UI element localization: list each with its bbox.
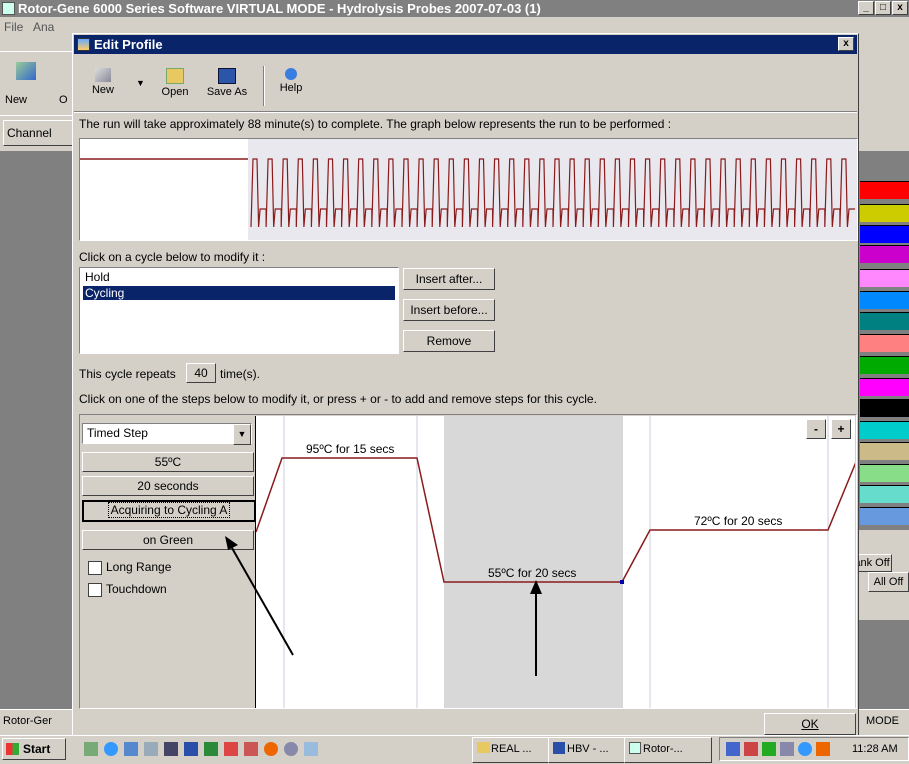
task-hbv-label: HBV - ... [567,743,609,755]
annotation-arrow-1 [231,547,294,656]
start-label: Start [23,742,51,756]
tray-icon-3[interactable] [762,742,776,756]
ok-button[interactable]: OK [764,713,856,735]
quicklaunch-icon-1[interactable] [84,742,98,756]
excel-icon[interactable] [204,742,218,756]
word-icon[interactable] [184,742,198,756]
tray-icon-5[interactable] [798,742,812,756]
tray-icon-6[interactable] [816,742,830,756]
quicklaunch-icon-10[interactable] [264,742,278,756]
desktop-icon[interactable] [144,742,158,756]
quicklaunch-icon-9[interactable] [244,742,258,756]
quicklaunch-icon-3[interactable] [124,742,138,756]
tray-icon-2[interactable] [744,742,758,756]
quicklaunch-icon-5[interactable] [164,742,178,756]
powerpoint-icon[interactable] [224,742,238,756]
task-rotor-label: Rotor-... [643,743,683,755]
rotor-app-icon [629,742,641,754]
word-doc-icon [553,742,565,754]
task-real-label: REAL ... [491,743,532,755]
annotation-arrowhead-1 [225,536,238,550]
folder-icon [477,742,490,753]
annotation-arrows [225,536,542,676]
ie-icon[interactable] [104,742,118,756]
annotation-arrowhead-2 [530,580,542,594]
tray-icon-1[interactable] [726,742,740,756]
quicklaunch-icon-12[interactable] [304,742,318,756]
windows-logo-icon [6,743,19,755]
ok-label: OK [801,717,819,731]
quicklaunch-icon-11[interactable] [284,742,298,756]
tray-icon-4[interactable] [780,742,794,756]
clock: 11:28 AM [852,743,898,755]
